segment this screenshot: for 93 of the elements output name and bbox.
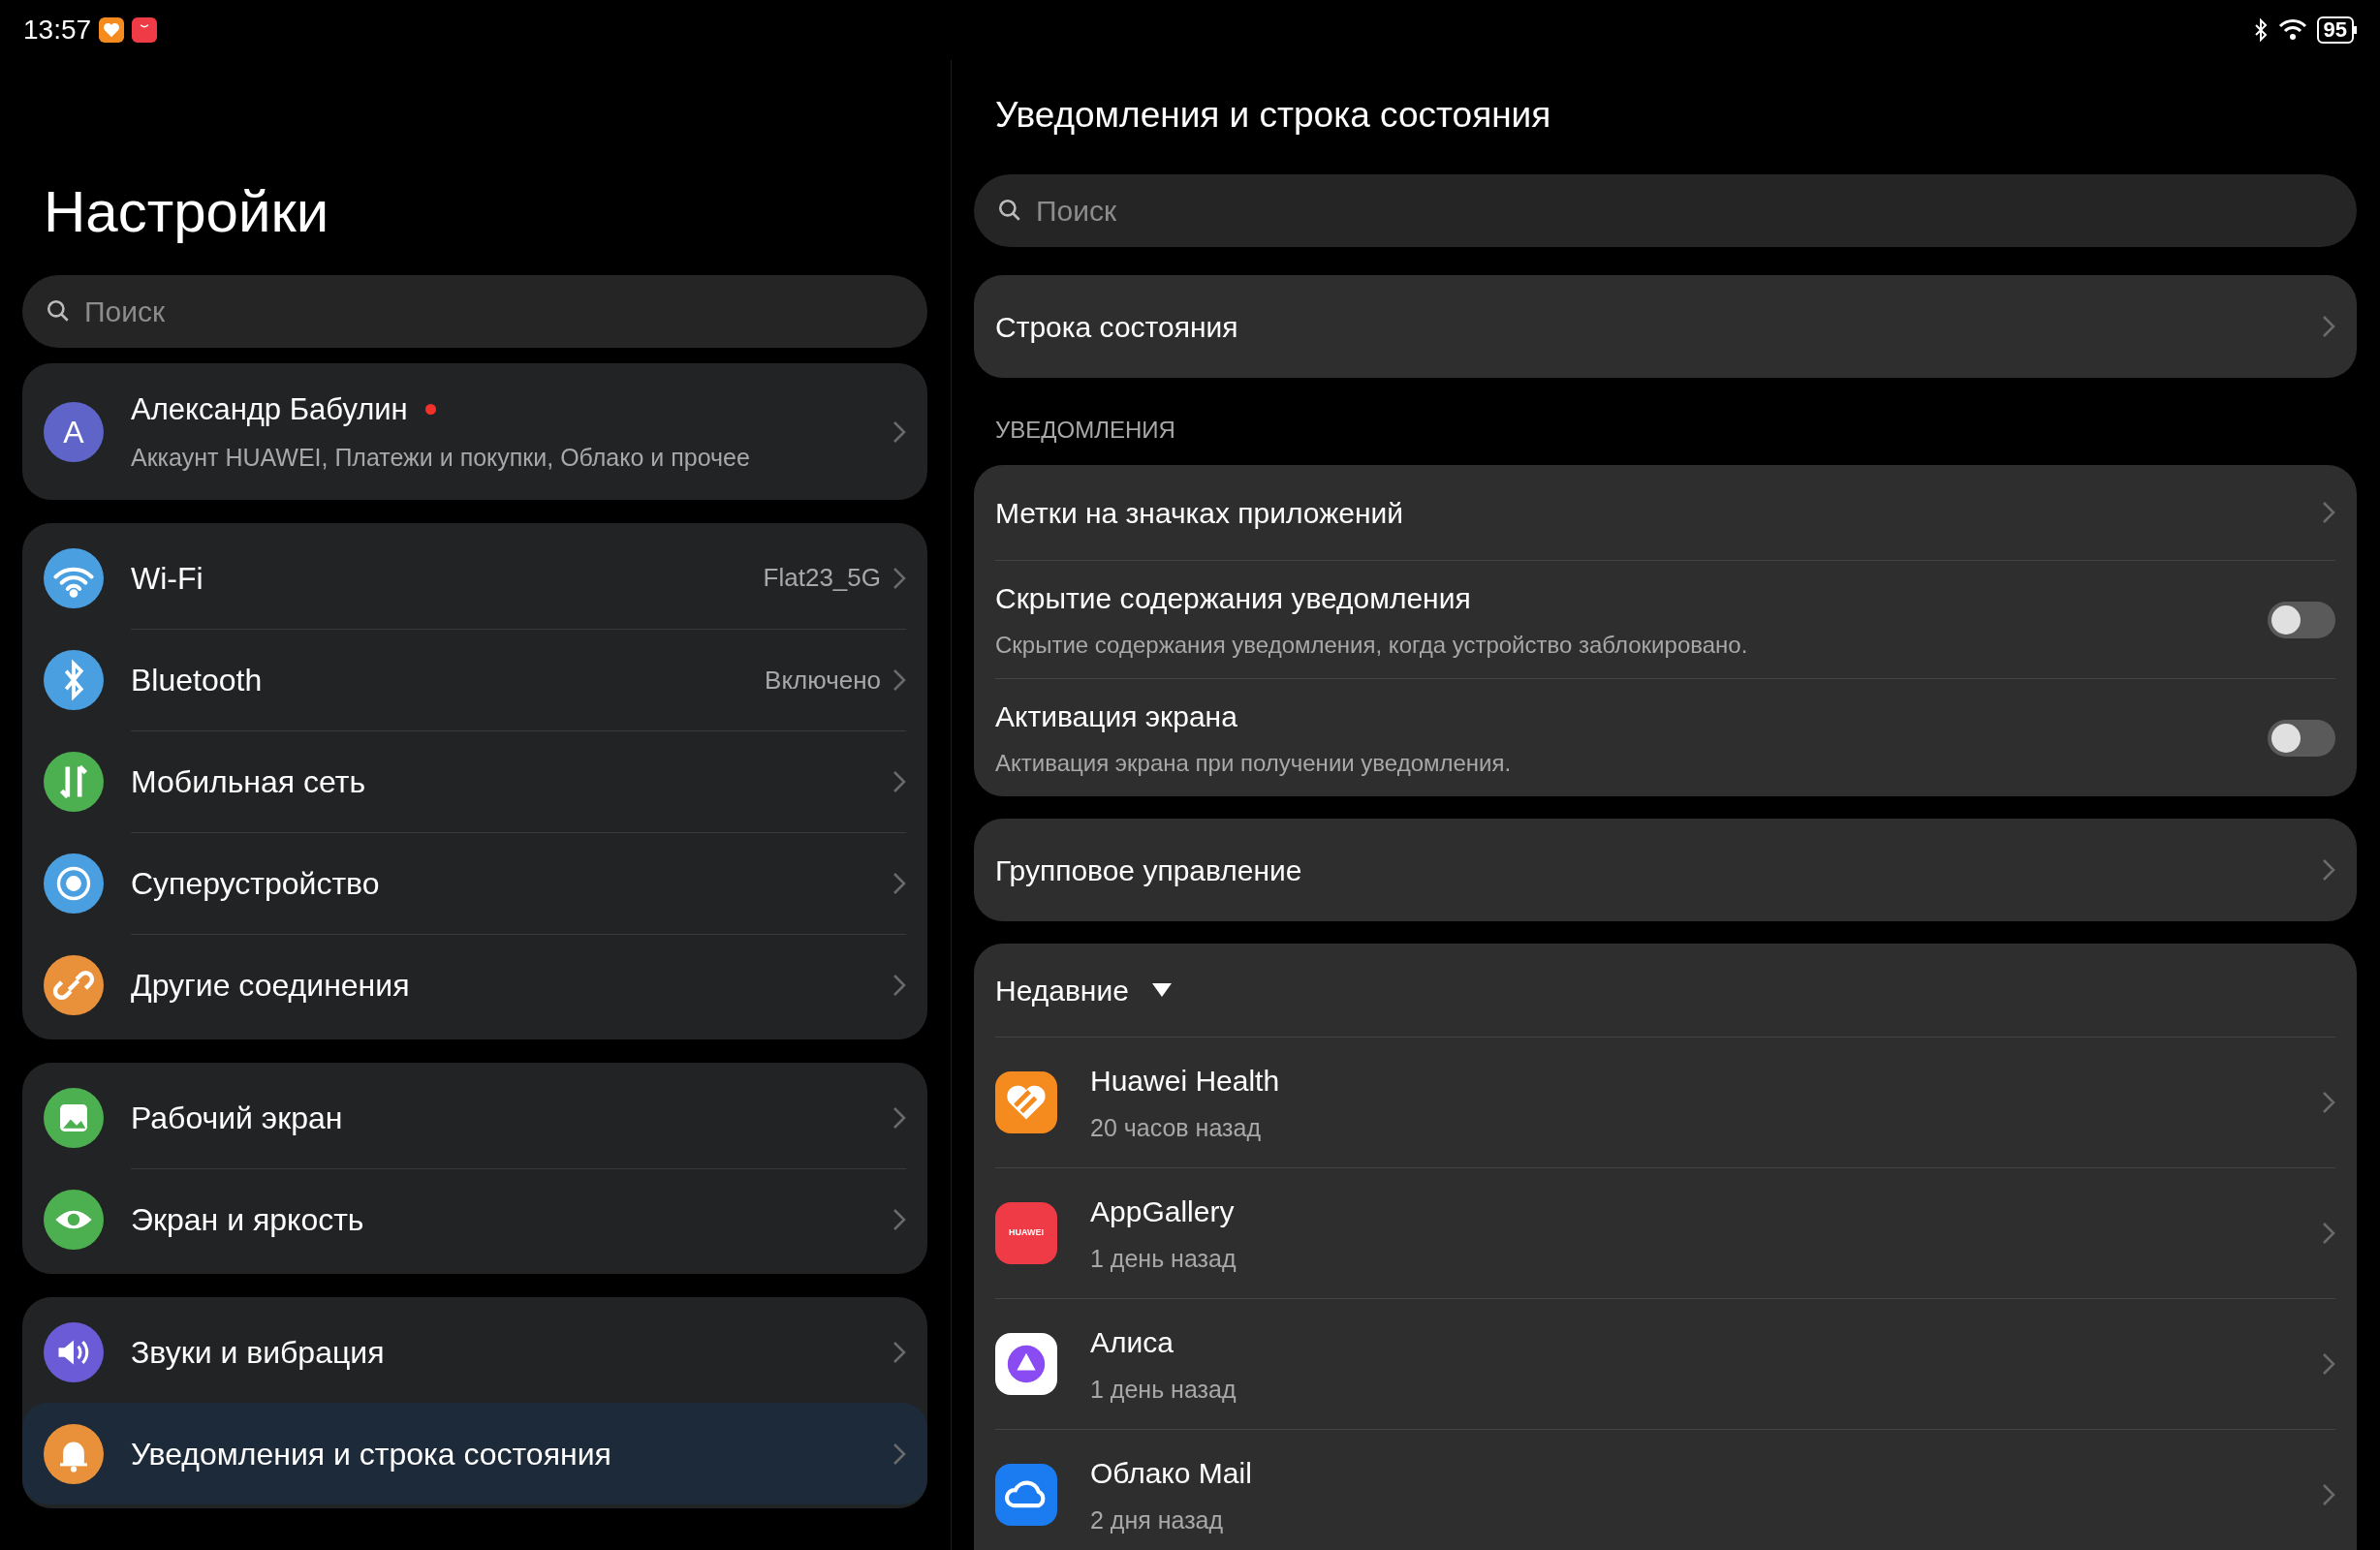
chevron-right-icon [2322,315,2335,338]
item-label: Рабочий экран [131,1099,344,1137]
item-label: Bluetooth [131,662,264,699]
search-field[interactable]: Поиск [974,174,2357,247]
settings-item[interactable]: Звуки и вибрация [22,1301,927,1403]
chevron-right-icon [2322,1352,2335,1376]
target-icon [44,852,104,914]
item-label: Метки на значках приложений [995,495,1405,531]
app-name: Алиса [1090,1324,1174,1360]
settings-item[interactable]: Мобильная сеть [22,730,927,832]
settings-item[interactable]: Суперустройство [22,832,927,934]
app-time: 1 день назад [1090,1243,1237,1274]
item-description: Скрытие содержания уведомления, когда устройство заблокировано. [995,631,1749,660]
app-time: 20 часов назад [1090,1112,1262,1143]
section-header: УВЕДОМЛЕНИЯ [994,416,1176,445]
store-app-icon [132,17,158,43]
item-description: Активация экрана при получении уведомления. [995,749,1513,778]
settings-item[interactable]: Другие соединения [22,934,927,1036]
settings-item[interactable]: Уведомления и строка состояния [22,1403,927,1504]
heart-app-icon [995,1071,1057,1133]
item-value: Flat23_5G [763,562,881,594]
app-row[interactable]: Huawei Health 20 часов назад [995,1037,2335,1167]
item-label: Суперустройство [131,865,381,903]
chevron-right-icon [892,974,906,997]
search-icon [997,198,1022,223]
page-title: Уведомления и строка состояния [994,94,1552,137]
item-label: Групповое управление [995,852,1303,888]
page-title: Настройки [43,178,330,246]
clock-time: 13:57 [23,14,92,46]
settings-item[interactable]: Метки на значках приложений [995,465,2335,560]
search-icon [46,298,71,324]
battery-indicator: 95 [2316,16,2354,44]
picture-icon [44,1087,104,1148]
chevron-right-icon [892,668,906,692]
chevron-right-icon [2322,501,2335,524]
chevron-right-icon [2322,1483,2335,1506]
dropdown-triangle-icon [1151,983,1172,997]
toggle-switch[interactable] [2268,719,2335,757]
app-time: 1 день назад [1090,1374,1237,1405]
chevron-right-icon [892,872,906,895]
speaker-icon [44,1321,104,1382]
chevron-right-icon [892,566,906,590]
chevron-right-icon [892,1340,906,1364]
assistant-app-icon [995,1333,1057,1395]
search-field[interactable]: Поиск [22,275,927,348]
item-label: Мобильная сеть [131,763,367,801]
wifi-icon [44,547,104,608]
chevron-right-icon [892,1105,906,1130]
item-value: Включено [765,664,881,697]
item-label: Строка состояния [995,309,1239,345]
eye-icon [44,1189,104,1250]
app-row[interactable]: Алиса 1 день назад [995,1298,2335,1429]
toggle-switch[interactable] [2268,601,2335,638]
bluetooth-icon [44,649,104,710]
wifi-icon [2277,18,2307,42]
settings-item[interactable]: Групповое управление [974,819,2357,921]
cloud-app-icon [995,1464,1057,1526]
chevron-right-icon [2322,1091,2335,1114]
heart-app-icon [99,17,125,43]
settings-item[interactable]: Строка состояния [974,275,2357,378]
dropdown-label[interactable]: Недавние [995,968,1129,1012]
avatar: А [44,401,104,462]
app-name: AppGallery [1090,1194,1236,1229]
chevron-right-icon [892,1442,906,1466]
item-label: Активация экрана [995,699,1238,734]
item-label: Скрытие содержания уведомления [995,581,1472,616]
link-icon [44,954,104,1015]
arrows-icon [44,751,104,812]
chevron-right-icon [2322,1222,2335,1245]
item-label: Wi-Fi [131,559,204,598]
store-app-icon: HUAWEI [995,1202,1057,1264]
app-time: 2 дня назад [1090,1504,1225,1535]
settings-item[interactable]: Bluetooth Включено [22,629,927,730]
app-row[interactable]: HUAWEI AppGallery 1 день назад [995,1167,2335,1298]
settings-item[interactable]: Рабочий экран [22,1067,927,1168]
app-name: Huawei Health [1090,1063,1281,1099]
account-name: Александр Бабулин [131,390,408,428]
item-label: Звуки и вибрация [131,1333,386,1372]
account-card[interactable]: А Александр Бабулин Аккаунт HUAWEI, Платежи и покупки, Облако и прочее [22,363,927,500]
chevron-right-icon [892,419,906,444]
chevron-right-icon [2322,858,2335,882]
app-name: Облако Mail [1090,1455,1253,1491]
settings-item[interactable]: Экран и яркость [22,1168,927,1270]
account-subtitle: Аккаунт HUAWEI, Платежи и покупки, Облако и прочее [131,443,751,473]
app-row[interactable]: Облако Mail 2 дня назад [995,1429,2335,1550]
bluetooth-icon [2252,18,2269,42]
item-label: Другие соединения [131,967,411,1005]
bell-icon [44,1423,104,1484]
item-label: Экран и яркость [131,1201,365,1239]
item-label: Уведомления и строка состояния [131,1435,612,1473]
chevron-right-icon [892,770,906,793]
settings-item[interactable]: Wi-Fi Flat23_5G [22,527,927,629]
chevron-right-icon [892,1208,906,1231]
